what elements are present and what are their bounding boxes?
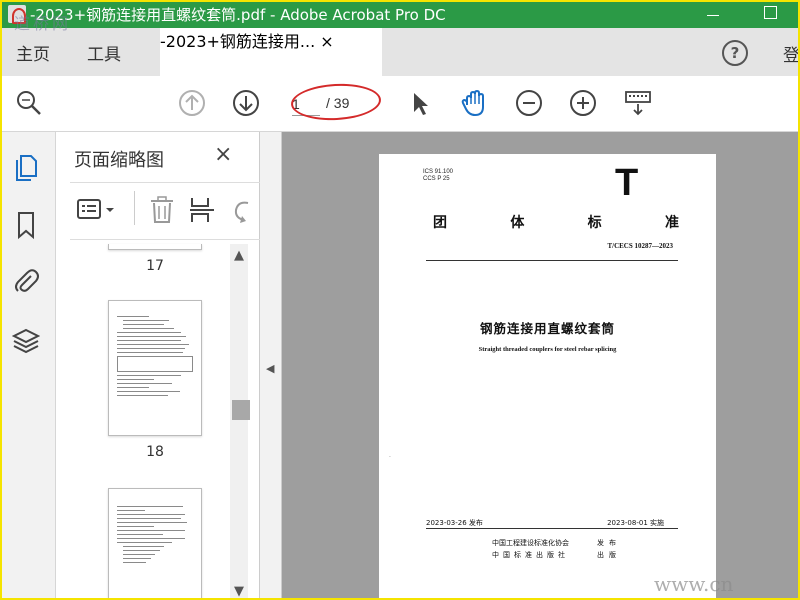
bookmark-icon[interactable] [12, 210, 40, 240]
scroll-down-icon[interactable]: ▼ [234, 584, 244, 599]
page-number-input[interactable] [292, 92, 320, 116]
thumbnail-scrollbar[interactable] [230, 244, 248, 600]
title-bar: -2023+钢筋连接用直螺纹套筒.pdf - Adobe Acrobat Pro… [0, 0, 800, 28]
rotate-page-icon[interactable] [228, 195, 252, 225]
issue-date: 2023-03-26 发布 [426, 519, 483, 527]
close-panel-icon[interactable]: × [214, 142, 232, 167]
tab-tools[interactable]: 工具 [87, 40, 121, 65]
panel-title: 页面缩略图 [74, 150, 164, 171]
top-rule [426, 260, 678, 261]
bottom-rule [426, 528, 678, 529]
publisher: 中国标准出版社 [492, 551, 569, 559]
toolbar: / 39 [0, 76, 800, 132]
publish-verb: 出版 [597, 551, 621, 559]
page-mark: · [389, 454, 391, 461]
watermark-top: 道桥网 [14, 14, 72, 33]
prev-page-icon[interactable] [177, 88, 207, 118]
zoom-in-icon[interactable] [568, 88, 598, 118]
scrollbar-thumb[interactable] [232, 400, 250, 420]
close-tab-icon[interactable]: × [320, 32, 333, 51]
layers-icon[interactable] [11, 326, 41, 356]
page-thumbnail[interactable] [108, 488, 202, 600]
tab-home[interactable]: 主页 [16, 40, 50, 65]
panel-splitter[interactable]: ◀ [260, 132, 282, 600]
document-tab-label: -2023+钢筋连接用... [160, 32, 316, 51]
collapse-panel-icon[interactable]: ◀ [266, 362, 274, 375]
thumbnail-panel: 页面缩略图 × ▲ ▼ 17 18 [56, 132, 260, 600]
attachment-icon[interactable] [12, 266, 40, 296]
hand-icon[interactable] [459, 88, 489, 118]
standard-number: T/CECS 10287—2023 [607, 242, 673, 250]
extract-page-icon[interactable] [188, 195, 216, 225]
page-navigator: / 39 [288, 90, 380, 118]
window-title: -2023+钢筋连接用直螺纹套筒.pdf - Adobe Acrobat Pro… [30, 6, 446, 24]
page-thumbnail[interactable] [108, 300, 202, 436]
minimize-button[interactable] [700, 0, 726, 28]
pdf-page: ICS 91.100 CCS P 25 T 团 体 标 准 T/CECS 1028… [379, 154, 716, 600]
page-thumbnail-number: 17 [146, 258, 164, 274]
search-icon[interactable] [14, 88, 44, 118]
document-title: 钢筋连接用直螺纹套筒 [479, 321, 615, 336]
standard-letter: T [615, 162, 639, 204]
toolbar-divider [134, 191, 135, 225]
scroll-up-icon[interactable]: ▲ [234, 248, 244, 263]
select-arrow-icon[interactable] [405, 88, 435, 118]
document-view[interactable]: ICS 91.100 CCS P 25 T 团 体 标 准 T/CECS 1028… [282, 132, 800, 600]
next-page-icon[interactable] [231, 88, 261, 118]
tab-bar: 主页 工具 ? 登 [0, 28, 800, 76]
help-button[interactable]: ? [722, 40, 748, 66]
options-menu-icon[interactable] [76, 195, 116, 225]
delete-page-icon[interactable] [148, 195, 176, 225]
tab-document[interactable]: -2023+钢筋连接用... × [160, 28, 382, 76]
document-subtitle: Straight threaded couplers for steel reb… [478, 346, 617, 353]
issuing-organization: 中国工程建设标准化协会 [492, 539, 569, 547]
zoom-out-icon[interactable] [514, 88, 544, 118]
page-thumbnail-number: 18 [146, 444, 164, 460]
login-button[interactable]: 登 [783, 41, 800, 66]
maximize-button[interactable] [758, 0, 784, 28]
page-thumbnails-icon[interactable] [12, 152, 40, 182]
implement-date: 2023-08-01 实施 [607, 519, 664, 527]
panel-toolbar [70, 182, 260, 240]
page-thumbnail[interactable] [108, 244, 202, 250]
standard-type: 团 体 标 准 [433, 215, 679, 231]
ics-code: ICS 91.100 CCS P 25 [423, 169, 454, 182]
watermark-bottom: www.cn [654, 572, 734, 596]
keyboard-icon[interactable] [623, 88, 653, 118]
issue-verb: 发布 [597, 539, 621, 547]
left-icon-rail [0, 132, 56, 600]
total-pages-label: / 39 [326, 95, 350, 111]
